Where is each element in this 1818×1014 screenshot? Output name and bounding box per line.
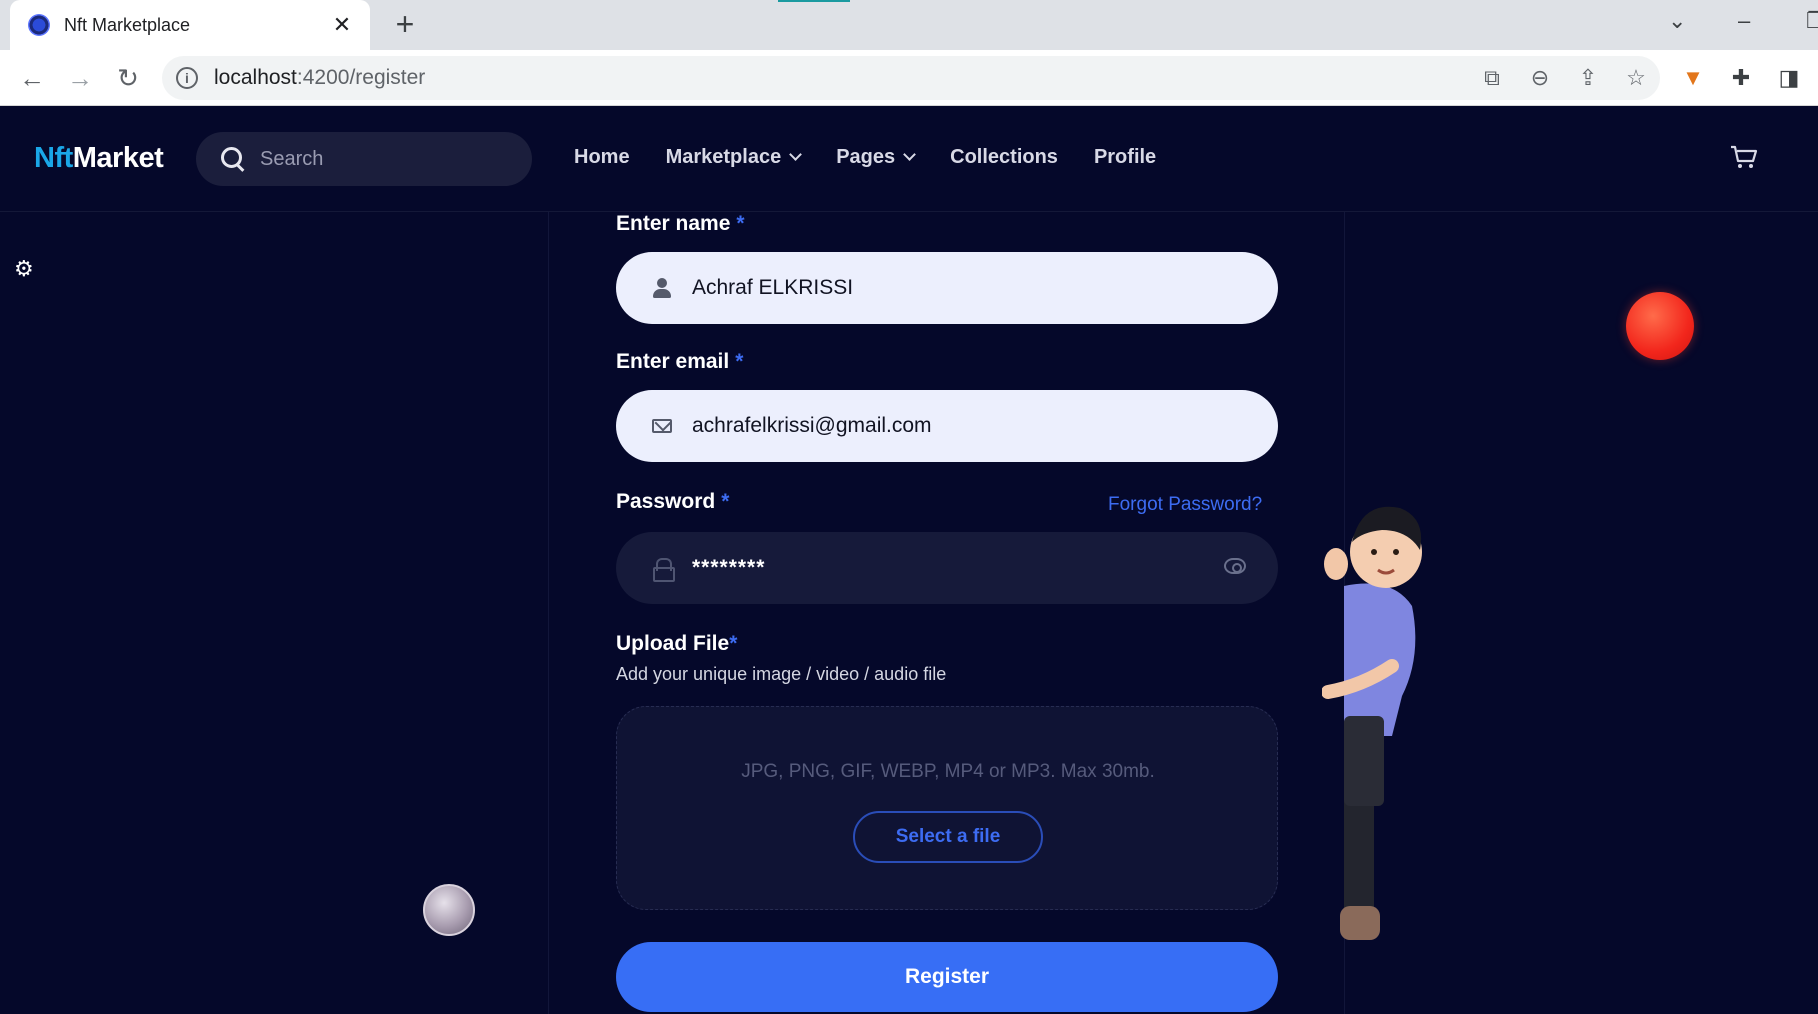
metamask-fox-icon[interactable]: ▼ bbox=[1678, 64, 1708, 92]
forward-arrow-icon[interactable]: → bbox=[64, 62, 96, 94]
search-input[interactable] bbox=[260, 147, 500, 171]
show-password-eye-icon[interactable] bbox=[1224, 558, 1246, 574]
mail-icon bbox=[648, 412, 676, 440]
nav-item-home[interactable]: Home bbox=[574, 146, 630, 169]
nav-item-pages[interactable]: Pages bbox=[836, 146, 917, 169]
select-file-button[interactable]: Select a file bbox=[853, 811, 1043, 863]
minimize-window-icon[interactable]: – bbox=[1738, 8, 1750, 34]
email-label-text: Enter email bbox=[616, 350, 730, 373]
reload-icon[interactable]: ↻ bbox=[112, 62, 144, 94]
tab-search-chevron-icon[interactable]: ⌄ bbox=[1668, 8, 1686, 34]
column-divider-left bbox=[548, 212, 549, 1014]
file-drop-zone[interactable]: JPG, PNG, GIF, WEBP, MP4 or MP3. Max 30m… bbox=[616, 706, 1278, 910]
forgot-password-link[interactable]: Forgot Password? bbox=[1108, 494, 1262, 516]
extensions-puzzle-icon[interactable]: ✚ bbox=[1726, 64, 1756, 92]
tab-title: Nft Marketplace bbox=[64, 14, 191, 35]
url-text: localhost:4200/register bbox=[214, 66, 425, 90]
email-label: Enter email * bbox=[616, 350, 743, 374]
url-path: :4200/register bbox=[296, 66, 426, 89]
site-favicon-icon bbox=[28, 14, 50, 36]
upload-label: Upload File* bbox=[616, 632, 737, 656]
required-mark: * bbox=[729, 632, 738, 655]
side-panel-icon[interactable]: ◨ bbox=[1774, 64, 1804, 92]
nav-item-marketplace[interactable]: Marketplace bbox=[665, 146, 803, 169]
browser-tab[interactable]: Nft Marketplace ✕ bbox=[10, 0, 370, 50]
nav-home-label: Home bbox=[574, 146, 630, 168]
register-button[interactable]: Register bbox=[616, 942, 1278, 1012]
accepted-formats-text: JPG, PNG, GIF, WEBP, MP4 or MP3. Max 30m… bbox=[741, 761, 1155, 782]
site-header: NftMarket Home Marketplace Pages Collect… bbox=[0, 106, 1818, 212]
logo-part-market: Market bbox=[72, 142, 164, 174]
password-label: Password * bbox=[616, 490, 729, 514]
restore-window-icon[interactable]: ❐ bbox=[1806, 8, 1818, 34]
name-field[interactable]: Achraf ELKRISSI bbox=[616, 252, 1278, 324]
email-value: achrafelkrissi@gmail.com bbox=[692, 414, 932, 437]
upload-label-text: Upload File bbox=[616, 632, 730, 655]
password-value: ******** bbox=[692, 556, 766, 579]
back-arrow-icon[interactable]: ← bbox=[16, 62, 48, 94]
nav-collections-label: Collections bbox=[950, 146, 1058, 168]
user-icon bbox=[648, 274, 676, 302]
tab-strip-accent bbox=[778, 0, 850, 2]
required-mark: * bbox=[735, 350, 744, 373]
nav-item-profile[interactable]: Profile bbox=[1094, 146, 1156, 169]
address-bar[interactable]: i localhost:4200/register ⧉ ⊖ ⇪ ☆ bbox=[162, 56, 1660, 100]
nav-profile-label: Profile bbox=[1093, 146, 1157, 168]
url-host: localhost bbox=[214, 66, 297, 89]
site-info-icon[interactable]: i bbox=[176, 67, 198, 89]
bookmark-star-icon[interactable]: ☆ bbox=[1622, 64, 1650, 92]
lock-icon bbox=[648, 554, 676, 582]
password-field[interactable]: ******** bbox=[616, 532, 1278, 604]
password-label-text: Password bbox=[616, 490, 716, 513]
email-field[interactable]: achrafelkrissi@gmail.com bbox=[616, 390, 1278, 462]
browser-toolbar: ← → ↻ i localhost:4200/register ⧉ ⊖ ⇪ ☆ … bbox=[0, 50, 1818, 106]
search-icon bbox=[220, 146, 246, 172]
chevron-down-icon bbox=[903, 148, 917, 161]
settings-gear-icon[interactable]: ⚙ bbox=[14, 258, 36, 280]
name-label-text: Enter name bbox=[616, 212, 731, 235]
required-mark: * bbox=[721, 490, 730, 513]
cart-icon[interactable] bbox=[1730, 144, 1758, 170]
share-icon[interactable]: ⇪ bbox=[1574, 64, 1602, 92]
nav-pages-label: Pages bbox=[836, 146, 896, 168]
logo-part-nft: Nft bbox=[34, 142, 73, 174]
name-value: Achraf ELKRISSI bbox=[692, 276, 854, 299]
upload-subtext: Add your unique image / video / audio fi… bbox=[616, 664, 947, 684]
peeking-character-illustration bbox=[1322, 506, 1422, 940]
search-box bbox=[196, 132, 532, 186]
site-logo[interactable]: NftMarket bbox=[34, 142, 164, 175]
browser-tab-strip: Nft Marketplace ✕ + ⌄ – ❐ bbox=[0, 0, 1818, 50]
name-label: Enter name * bbox=[616, 212, 745, 236]
close-tab-icon[interactable]: ✕ bbox=[330, 12, 354, 38]
nav-item-collections[interactable]: Collections bbox=[950, 146, 1058, 169]
zoom-out-icon[interactable]: ⊖ bbox=[1526, 64, 1554, 92]
decorative-red-orb bbox=[1626, 292, 1694, 360]
main-menu: Home Marketplace Pages Collections Profi… bbox=[574, 146, 1192, 169]
new-tab-button[interactable]: + bbox=[388, 6, 422, 42]
required-mark: * bbox=[736, 212, 745, 235]
chevron-down-icon bbox=[789, 148, 803, 161]
page-viewport: NftMarket Home Marketplace Pages Collect… bbox=[0, 106, 1818, 1014]
decorative-grey-orb bbox=[423, 884, 475, 936]
nav-marketplace-label: Marketplace bbox=[665, 146, 782, 168]
translate-icon[interactable]: ⧉ bbox=[1478, 64, 1506, 92]
